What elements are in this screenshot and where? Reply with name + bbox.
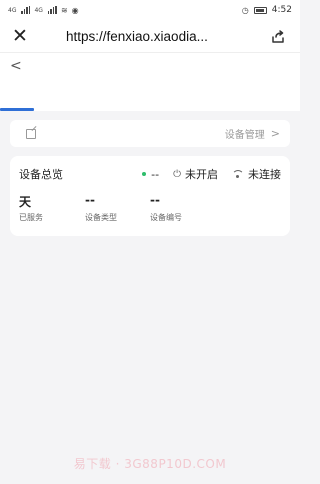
carrier-label-right: 4G	[34, 6, 43, 14]
stat-value: 天	[19, 195, 32, 209]
device-management-label[interactable]: 设备管理	[225, 126, 265, 141]
active-tab-indicator	[0, 108, 34, 111]
carrier-label-left: 4G	[8, 6, 17, 14]
chevron-right-icon: >	[270, 127, 280, 140]
alarm-icon: ◷	[241, 5, 249, 15]
wifi-status-icon: ≋	[60, 5, 68, 15]
close-icon[interactable]: ✕	[10, 26, 30, 46]
share-icon[interactable]	[268, 26, 290, 46]
device-management-card[interactable]: 设备管理 >	[10, 120, 290, 147]
battery-icon	[253, 6, 267, 14]
browser-url-bar: ✕ https://fenxiao.xiaodia...	[0, 20, 300, 52]
signal-icon-2	[47, 6, 57, 14]
online-count: --	[151, 167, 160, 181]
system-status-bar: 4G 4G ≋ ◉ ◷ 4:52	[0, 0, 300, 20]
stat-value: --	[85, 193, 95, 207]
clock: 4:52	[271, 5, 292, 15]
stat-device-number: -- 设备编号	[150, 193, 182, 223]
stat-value: --	[150, 193, 160, 207]
overview-title: 设备总览	[19, 168, 63, 181]
share-icon-glyph	[272, 29, 284, 43]
status-left: 4G 4G ≋ ◉	[8, 6, 79, 15]
device-overview-card: 设备总览 -- ⏻ 未开启 未连接 天 已服务 -- 设备类型 -- 设备编号	[10, 156, 290, 236]
wifi-icon	[232, 169, 244, 179]
chat-notification-icon: ◉	[71, 5, 79, 15]
stat-label: 设备编号	[150, 213, 182, 222]
stat-label: 设备类型	[85, 213, 117, 222]
status-right: ◷ 4:52	[242, 5, 292, 15]
status-dot-icon	[142, 172, 147, 176]
watermark: 易下载 · 3G88P10D.COM	[73, 457, 227, 471]
tab-strip	[0, 78, 300, 111]
overview-status-row: -- ⏻ 未开启 未连接	[142, 166, 281, 182]
stat-served: 天 已服务	[19, 193, 43, 223]
back-icon[interactable]: <	[10, 58, 22, 74]
power-status: 未开启	[185, 168, 218, 181]
edit-icon	[26, 128, 36, 139]
signal-icon	[21, 6, 31, 14]
app-header: <	[0, 52, 300, 78]
power-icon: ⏻	[173, 168, 181, 180]
stat-device-type: -- 设备类型	[85, 193, 117, 223]
network-status: 未连接	[248, 168, 281, 181]
stat-label: 已服务	[19, 213, 43, 222]
page-url[interactable]: https://fenxiao.xiaodia...	[66, 29, 268, 44]
